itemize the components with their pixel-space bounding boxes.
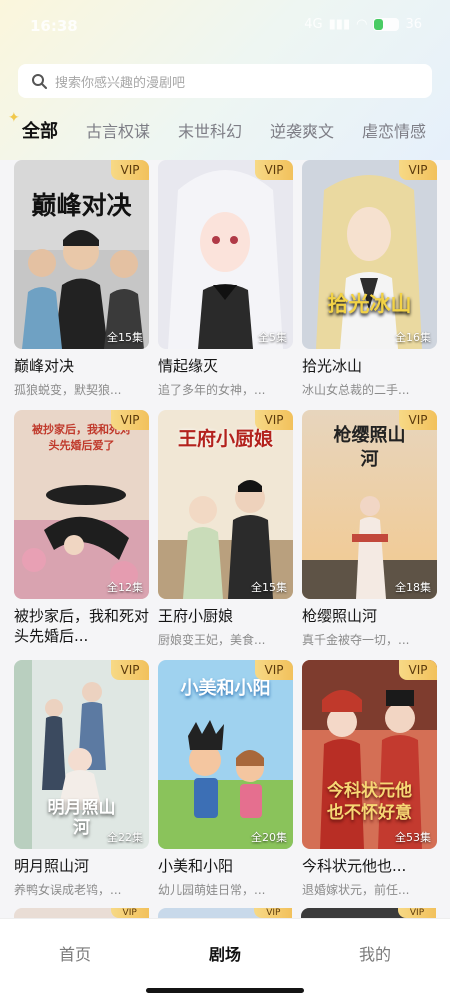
drama-cover[interactable]: 王府小厨娘 VIP 全15集: [158, 410, 293, 599]
drama-cover[interactable]: 今科状元他也不怀好意 VIP 全53集: [302, 660, 437, 849]
drama-card[interactable]: 今科状元他也不怀好意 VIP 全53集 今科状元他也... 退婚嫁状元，前任..…: [302, 660, 437, 898]
tab-label: 古言权谋: [86, 122, 151, 141]
wifi-icon: ◠: [356, 17, 368, 32]
cover-title: 枪缨照山河: [333, 425, 406, 470]
vip-badge: VIP: [398, 908, 437, 918]
search-bar[interactable]: 搜索你感兴趣的漫剧吧: [18, 64, 432, 98]
tab-ancient-politics[interactable]: 古言权谋: [86, 118, 150, 142]
partial-cover: VIP: [301, 908, 437, 918]
drama-description: 真千金被夺一切，...: [302, 633, 410, 647]
vip-badge: VIP: [111, 160, 149, 180]
drama-card[interactable]: 枪缨照山河 VIP 全18集 枪缨照山河 真千金被夺一切，...: [302, 410, 437, 648]
category-tabs: ✦ 全部 古言权谋 末世科幻 逆袭爽文 虐恋情感: [0, 112, 450, 148]
episode-count: 全20集: [251, 831, 287, 844]
vip-badge: VIP: [111, 660, 149, 680]
partial-cover: VIP: [157, 908, 293, 918]
vip-badge: VIP: [399, 410, 437, 430]
next-row-partial: VIP VIP VIP: [14, 908, 437, 918]
tab-label: 全部: [22, 121, 58, 142]
drama-cover[interactable]: 巅峰对决 VIP 全15集: [14, 160, 149, 349]
episode-count: 全22集: [107, 831, 143, 844]
drama-card[interactable]: 被抄家后，我和死对头先婚后爱了 VIP 全12集 被抄家后，我和死对头先婚后..…: [14, 410, 149, 648]
drama-description: 幼儿园萌娃日常，...: [158, 883, 266, 897]
drama-card[interactable]: 拾光冰山 VIP 全16集 拾光冰山 冰山女总裁的二手...: [302, 160, 437, 398]
cover-title: 今科状元他也不怀好意: [327, 781, 412, 823]
drama-card[interactable]: 王府小厨娘 VIP 全15集 王府小厨娘 厨娘变王妃，美食...: [158, 410, 293, 648]
drama-title: 今科状元他也...: [302, 857, 407, 875]
cover-art: [302, 160, 437, 349]
battery-level: 36: [405, 17, 422, 32]
drama-title: 明月照山河: [14, 857, 90, 875]
drama-card[interactable]: 小美和小阳 VIP 全20集 小美和小阳 幼儿园萌娃日常，...: [158, 660, 293, 898]
partial-cover: VIP: [14, 908, 149, 918]
status-bar: 16:38 4G ▮▮▮ ◠ 36: [0, 0, 450, 50]
drama-cover[interactable]: 明月照山河 VIP 全22集: [14, 660, 149, 849]
cover-title: 巅峰对决: [31, 191, 132, 220]
drama-title: 情起缘灭: [158, 357, 219, 375]
signal-icon: ▮▮▮: [328, 17, 351, 32]
drama-grid: 巅峰对决 VIP 全15集 巅峰对决 孤狼蜕变，默契狼... VIP 全5集 情…: [14, 160, 437, 898]
episode-count: 全16集: [395, 331, 431, 344]
tab-label: 末世科幻: [178, 122, 243, 141]
nav-theater[interactable]: 剧场: [175, 941, 275, 965]
drama-title: 巅峰对决: [14, 357, 75, 375]
drama-title: 小美和小阳: [158, 857, 234, 875]
drama-description: 孤狼蜕变，默契狼...: [14, 383, 122, 397]
episode-count: 全15集: [107, 331, 143, 344]
drama-card[interactable]: VIP 全5集 情起缘灭 追了多年的女神，...: [158, 160, 293, 398]
vip-badge: VIP: [111, 410, 149, 430]
drama-description: 追了多年的女神，...: [158, 383, 266, 397]
drama-description: 厨娘变王妃，美食...: [158, 633, 266, 647]
drama-cover[interactable]: 拾光冰山 VIP 全16集: [302, 160, 437, 349]
battery-icon: [373, 18, 400, 31]
drama-card[interactable]: 巅峰对决 VIP 全15集 巅峰对决 孤狼蜕变，默契狼...: [14, 160, 149, 398]
drama-cover[interactable]: 小美和小阳 VIP 全20集: [158, 660, 293, 849]
search-placeholder: 搜索你感兴趣的漫剧吧: [55, 75, 186, 91]
cover-art: [158, 160, 293, 349]
vip-badge: VIP: [255, 160, 293, 180]
tab-all[interactable]: ✦ 全部: [8, 112, 58, 143]
vip-badge: VIP: [399, 160, 437, 180]
vip-badge: VIP: [254, 908, 293, 918]
vip-badge: VIP: [110, 908, 149, 918]
drama-title: 被抄家后，我和死对头先婚后...: [14, 607, 149, 645]
status-time: 16:38: [30, 17, 78, 35]
nav-mine[interactable]: 我的: [325, 941, 425, 965]
tab-romance[interactable]: 虐恋情感: [362, 118, 426, 142]
tab-label: 虐恋情感: [362, 122, 427, 141]
drama-cover[interactable]: 枪缨照山河 VIP 全18集: [302, 410, 437, 599]
episode-count: 全53集: [395, 831, 431, 844]
drama-description: 养鸭女误成老鸨，...: [14, 883, 122, 897]
tab-label: 逆袭爽文: [270, 122, 335, 141]
drama-card[interactable]: 明月照山河 VIP 全22集 明月照山河 养鸭女误成老鸨，...: [14, 660, 149, 898]
network-label: 4G: [304, 17, 323, 32]
vip-badge: VIP: [399, 660, 437, 680]
episode-count: 全12集: [107, 581, 143, 594]
episode-count: 全5集: [258, 331, 287, 344]
vip-badge: VIP: [255, 660, 293, 680]
cover-title: 拾光冰山: [327, 292, 412, 316]
drama-title: 枪缨照山河: [302, 607, 378, 625]
status-icons: 4G ▮▮▮ ◠ 36: [304, 17, 422, 32]
search-icon: [32, 74, 47, 89]
home-indicator[interactable]: [146, 988, 304, 993]
drama-cover[interactable]: 被抄家后，我和死对头先婚后爱了 VIP 全12集: [14, 410, 149, 599]
tab-sci-fi[interactable]: 末世科幻: [178, 118, 242, 142]
nav-home[interactable]: 首页: [25, 941, 125, 965]
drama-title: 拾光冰山: [302, 357, 363, 375]
drama-cover[interactable]: VIP 全5集: [158, 160, 293, 349]
drama-description: 冰山女总裁的二手...: [302, 383, 410, 397]
vip-badge: VIP: [255, 410, 293, 430]
episode-count: 全18集: [395, 581, 431, 594]
drama-description: 退婚嫁状元，前任...: [302, 883, 410, 897]
episode-count: 全15集: [251, 581, 287, 594]
sparkle-icon: ✦: [8, 112, 20, 126]
tab-comeback[interactable]: 逆袭爽文: [270, 118, 334, 142]
drama-title: 王府小厨娘: [158, 607, 234, 625]
